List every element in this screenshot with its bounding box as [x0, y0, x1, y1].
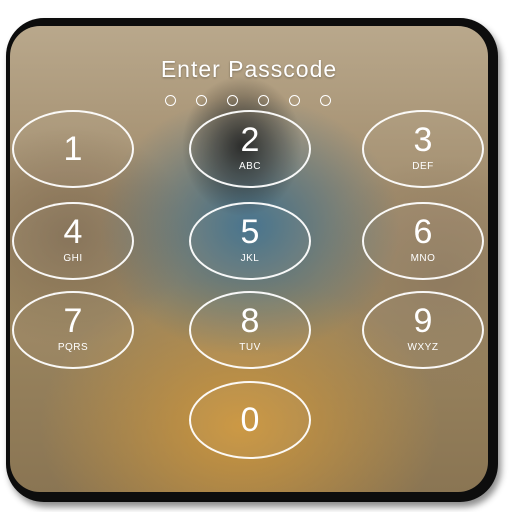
- passcode-dot: [196, 95, 207, 106]
- keypad-button-5[interactable]: 5 JKL: [189, 202, 311, 280]
- keypad-button-4[interactable]: 4 GHI: [12, 202, 134, 280]
- key-letters: GHI: [63, 253, 83, 264]
- keypad-button-6[interactable]: 6 MNO: [362, 202, 484, 280]
- key-digit: 7: [63, 302, 83, 340]
- key-letters: WXYZ: [407, 342, 439, 353]
- passcode-dot: [320, 95, 331, 106]
- key-digit: 4: [63, 213, 83, 251]
- key-digit: 9: [413, 302, 433, 340]
- passcode-dot: [165, 95, 176, 106]
- key-letters: JKL: [240, 253, 260, 264]
- keypad-button-8[interactable]: 8 TUV: [189, 291, 311, 369]
- key-digit: 6: [413, 213, 433, 251]
- key-letters: ABC: [238, 161, 262, 172]
- keypad-button-0[interactable]: 0: [189, 381, 311, 459]
- lock-screen: Enter Passcode 1 2 ABC 3 DEF 4 GHI 5 JKL…: [10, 26, 488, 492]
- key-digit: 5: [240, 213, 260, 251]
- keypad-button-1[interactable]: 1: [12, 110, 134, 188]
- keypad-button-7[interactable]: 7 PQRS: [12, 291, 134, 369]
- key-letters: MNO: [410, 253, 436, 264]
- key-letters: TUV: [239, 342, 261, 353]
- keypad-button-9[interactable]: 9 WXYZ: [362, 291, 484, 369]
- passcode-dot: [227, 95, 238, 106]
- page-title: Enter Passcode: [160, 56, 338, 82]
- passcode-dot: [258, 95, 269, 106]
- key-letters: PQRS: [57, 342, 89, 353]
- key-digit: 8: [240, 302, 260, 340]
- key-letters: DEF: [412, 161, 434, 172]
- key-digit: 3: [413, 121, 433, 159]
- key-digit: 2: [240, 121, 260, 159]
- keypad-button-3[interactable]: 3 DEF: [362, 110, 484, 188]
- key-digit: 0: [240, 401, 260, 439]
- passcode-indicator: [165, 95, 335, 107]
- keypad-button-2[interactable]: 2 ABC: [189, 110, 311, 188]
- passcode-dot: [289, 95, 300, 106]
- key-digit: 1: [63, 130, 83, 168]
